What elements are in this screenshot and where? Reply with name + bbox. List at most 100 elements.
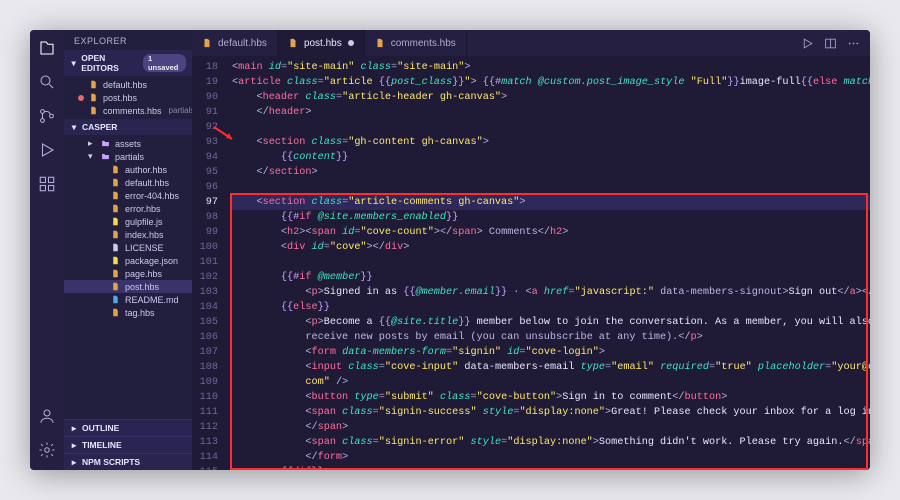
file-icon <box>111 191 120 200</box>
line-number: 111 <box>192 405 218 420</box>
explorer-title: EXPLORER <box>64 30 192 50</box>
chevron-right-icon: ▸ <box>70 458 78 466</box>
file-icon <box>111 256 120 265</box>
code-line[interactable]: </span> <box>232 420 870 435</box>
code-line[interactable]: </header> <box>232 105 870 120</box>
code-line[interactable]: <article class="article {{post_class}}">… <box>232 75 870 90</box>
code-line[interactable]: <section class="article-comments gh-canv… <box>232 195 870 210</box>
file-item[interactable]: package.json <box>64 254 192 267</box>
item-label: error-404.hbs <box>125 191 179 201</box>
chevron-right-icon: ▸ <box>88 140 96 148</box>
code-line[interactable]: <header class="article-header gh-canvas"… <box>232 90 870 105</box>
open-editor-item[interactable]: default.hbs <box>64 78 192 91</box>
code-line[interactable]: {{content}} <box>232 150 870 165</box>
activity-bar <box>30 30 64 470</box>
file-item[interactable]: default.hbs <box>64 176 192 189</box>
file-icon <box>111 295 120 304</box>
split-editor-icon[interactable] <box>824 37 837 50</box>
outline-label: OUTLINE <box>82 423 119 433</box>
run-icon[interactable] <box>801 37 814 50</box>
item-label: post.hbs <box>125 282 159 292</box>
line-number: 107 <box>192 345 218 360</box>
line-number: 93 <box>192 135 218 150</box>
code-line[interactable]: <span class="signin-error" style="displa… <box>232 435 870 450</box>
code-line[interactable] <box>232 255 870 270</box>
file-item[interactable]: LICENSE <box>64 241 192 254</box>
line-number-gutter: 1819909192939495969798991001011021031041… <box>192 56 226 470</box>
code-line[interactable] <box>232 180 870 195</box>
code-line[interactable]: com" /> <box>232 375 870 390</box>
file-icon <box>111 178 120 187</box>
code-line[interactable]: <div id="cove"></div> <box>232 240 870 255</box>
file-icon <box>89 93 98 102</box>
line-number: 103 <box>192 285 218 300</box>
line-number: 100 <box>192 240 218 255</box>
file-item[interactable]: index.hbs <box>64 228 192 241</box>
file-item[interactable]: README.md <box>64 293 192 306</box>
code-line[interactable]: <span class="signin-success" style="disp… <box>232 405 870 420</box>
code-lines[interactable]: <main id="site-main" class="site-main"><… <box>226 56 870 470</box>
open-editors-tree: default.hbspost.hbscomments.hbspartials <box>64 76 192 119</box>
line-number: 19 <box>192 75 218 90</box>
code-line[interactable]: <section class="gh-content gh-canvas"> <box>232 135 870 150</box>
code-line[interactable]: </section> <box>232 165 870 180</box>
code-line[interactable]: {{#if @member}} <box>232 270 870 285</box>
code-line[interactable]: <p>Become a {{@site.title}} member below… <box>232 315 870 330</box>
item-label: author.hbs <box>125 165 167 175</box>
item-label: assets <box>115 139 141 149</box>
line-number: 115 <box>192 465 218 470</box>
modified-dot-icon <box>78 82 84 88</box>
more-actions-icon[interactable] <box>847 37 860 50</box>
editor-actions <box>791 30 870 56</box>
editor-tab[interactable]: comments.hbs <box>365 30 467 56</box>
line-number: 98 <box>192 210 218 225</box>
editor-tab[interactable]: post.hbs <box>278 30 365 56</box>
code-line[interactable]: receive new posts by email (you can unsu… <box>232 330 870 345</box>
code-line[interactable] <box>232 120 870 135</box>
explorer-icon[interactable] <box>37 38 57 58</box>
workspace-section[interactable]: ▾ CASPER <box>64 119 192 135</box>
search-icon[interactable] <box>37 72 57 92</box>
extensions-icon[interactable] <box>37 174 57 194</box>
file-item[interactable]: error.hbs <box>64 202 192 215</box>
npm-scripts-section[interactable]: ▸ NPM SCRIPTS <box>64 453 192 470</box>
open-editors-label: OPEN EDITORS <box>81 53 139 73</box>
file-item[interactable]: gulpfile.js <box>64 215 192 228</box>
code-line[interactable]: <main id="site-main" class="site-main"> <box>232 60 870 75</box>
file-item[interactable]: post.hbs <box>64 280 192 293</box>
line-number: 108 <box>192 360 218 375</box>
code-line[interactable]: {{else}} <box>232 300 870 315</box>
run-debug-icon[interactable] <box>37 140 57 160</box>
open-editors-section[interactable]: ▾ OPEN EDITORS 1 unsaved <box>64 50 192 76</box>
item-label: error.hbs <box>125 204 161 214</box>
item-label: default.hbs <box>125 178 169 188</box>
file-item[interactable]: page.hbs <box>64 267 192 280</box>
source-control-icon[interactable] <box>37 106 57 126</box>
file-item[interactable]: tag.hbs <box>64 306 192 319</box>
folder-item[interactable]: ▾partials <box>64 150 192 163</box>
file-item[interactable]: error-404.hbs <box>64 189 192 202</box>
open-editor-item[interactable]: post.hbs <box>64 91 192 104</box>
item-label: index.hbs <box>125 230 164 240</box>
item-label: package.json <box>125 256 178 266</box>
code-editor[interactable]: 1819909192939495969798991001011021031041… <box>192 56 870 470</box>
file-item[interactable]: author.hbs <box>64 163 192 176</box>
settings-gear-icon[interactable] <box>37 440 57 460</box>
folder-item[interactable]: ▸ assets <box>64 137 192 150</box>
code-line[interactable]: </form> <box>232 450 870 465</box>
workspace-label: CASPER <box>82 122 117 132</box>
code-line[interactable]: {{#if @site.members_enabled}} <box>232 210 870 225</box>
line-number: 106 <box>192 330 218 345</box>
code-line[interactable]: <form data-members-form="signin" id="cov… <box>232 345 870 360</box>
account-icon[interactable] <box>37 406 57 426</box>
editor-tab[interactable]: default.hbs <box>192 30 278 56</box>
outline-section[interactable]: ▸ OUTLINE <box>64 419 192 436</box>
code-line[interactable]: <h2><span id="cove-count"></span> Commen… <box>232 225 870 240</box>
code-line[interactable]: <button type="submit" class="cove-button… <box>232 390 870 405</box>
modified-dot-icon <box>78 95 84 101</box>
timeline-section[interactable]: ▸ TIMELINE <box>64 436 192 453</box>
code-line[interactable]: {{/if}} <box>232 465 870 470</box>
code-line[interactable]: <input class="cove-input" data-members-e… <box>232 360 870 375</box>
code-line[interactable]: <p>Signed in as {{@member.email}} · <a h… <box>232 285 870 300</box>
open-editor-item[interactable]: comments.hbspartials <box>64 104 192 117</box>
